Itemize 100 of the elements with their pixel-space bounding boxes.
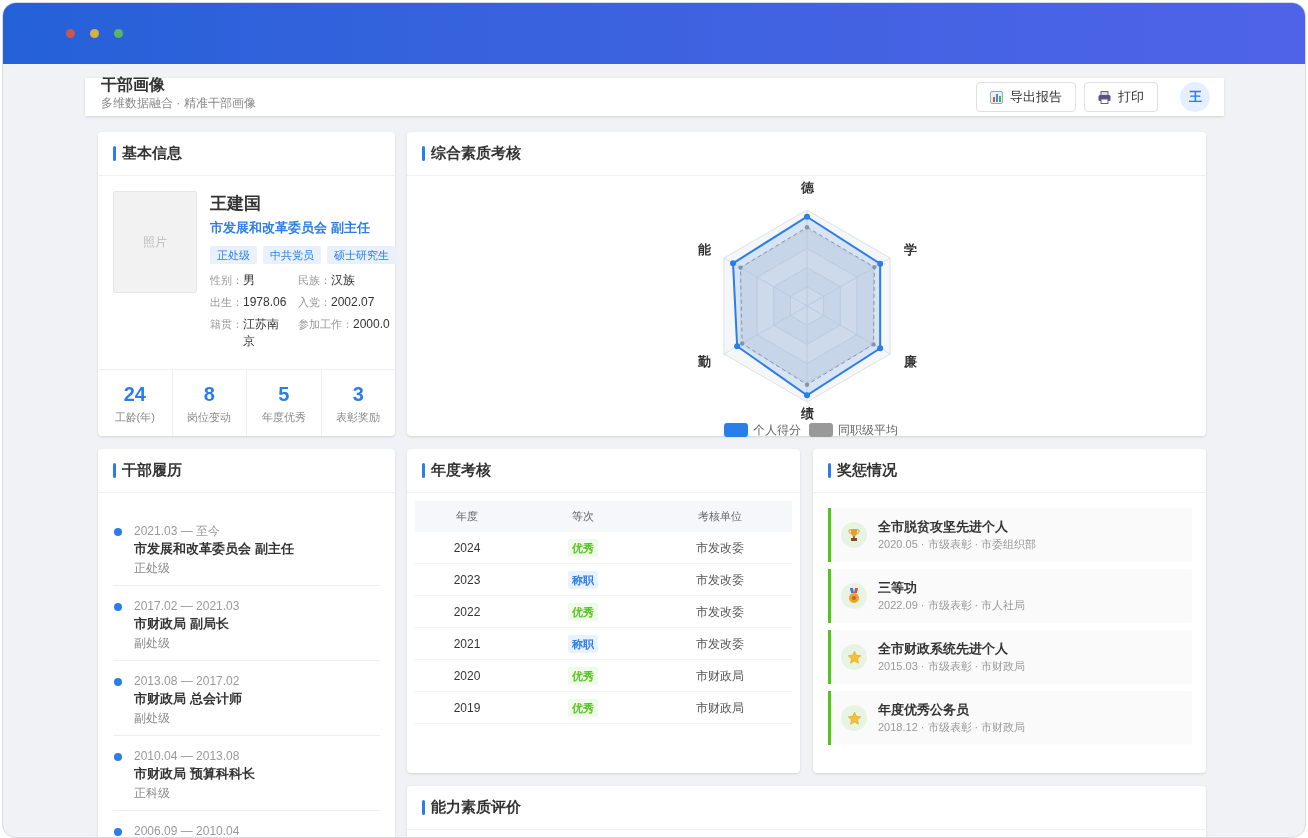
column-header: 等次 <box>571 509 595 525</box>
award-title: 年度优秀公务员 <box>878 700 970 719</box>
table-cell-text: 市发改委 <box>695 603 745 621</box>
award-title: 三等功 <box>878 578 918 597</box>
table-cell-text: 2022 <box>452 603 482 621</box>
grade-badge: 优秀 <box>568 538 598 557</box>
average-point <box>872 264 877 270</box>
tag: 正处级 <box>210 245 257 264</box>
page-subtitle: 多维数据融合 · 精准干部画像 <box>101 95 256 111</box>
score-point <box>877 260 884 267</box>
stat-label: 岗位变动 <box>187 409 232 425</box>
table-cell-text: 市发改委 <box>695 539 745 557</box>
axis-label: 德 <box>800 180 814 194</box>
award-meta: 2018.12 · 市级表彰 · 市财政局 <box>878 719 1026 735</box>
axis-label: 廉 <box>903 354 917 368</box>
legend-label: 个人得分 <box>753 422 801 439</box>
table-cell-text: 市发改委 <box>695 571 745 589</box>
career-position: 市发展和改革委员会 副主任 <box>134 540 294 558</box>
legend-label: 同职级平均 <box>838 422 898 439</box>
career-period: 2017.02 — 2021.03 <box>134 598 240 614</box>
career-level: 副处级 <box>134 710 171 727</box>
table-cell-text: 2020 <box>452 667 482 685</box>
table-cell-text: 2021 <box>452 635 482 653</box>
grade-badge: 优秀 <box>568 666 598 685</box>
field-label: 入党： <box>298 294 331 310</box>
field-label: 籍贯： <box>210 316 243 332</box>
award-meta: 2020.05 · 市级表彰 · 市委组织部 <box>878 536 1037 552</box>
career-position: 市财政局 总会计师 <box>134 690 242 708</box>
average-point <box>804 382 810 387</box>
tag: 硕士研究生 <box>327 245 396 264</box>
field-value: 江苏南京 <box>243 315 280 350</box>
table-cell-text: 市财政局 <box>695 699 745 717</box>
accent-bar <box>422 800 425 815</box>
award-meta: 2022.09 · 市级表彰 · 市人社局 <box>878 597 1026 613</box>
score-point <box>804 392 810 399</box>
card-title: 年度考核 <box>431 460 491 481</box>
award-meta: 2015.03 · 市级表彰 · 市财政局 <box>878 658 1026 674</box>
star-icon <box>846 710 862 726</box>
field-value: 汉族 <box>331 271 355 289</box>
field-value: 2002.07 <box>331 293 375 311</box>
average-point <box>804 225 810 230</box>
axis-label: 能 <box>697 242 711 256</box>
stat-value: 24 <box>123 381 146 407</box>
stat-value: 5 <box>278 381 290 407</box>
award-title: 全市脱贫攻坚先进个人 <box>878 517 1009 536</box>
card-title: 基本信息 <box>122 143 182 164</box>
page-title: 干部画像 <box>101 75 166 95</box>
career-period: 2010.04 — 2013.08 <box>134 748 241 764</box>
table-cell-text: 市财政局 <box>695 667 745 685</box>
stat-label: 工龄(年) <box>114 409 155 425</box>
card-title: 能力素质评价 <box>431 797 521 818</box>
medal-icon <box>847 588 861 604</box>
tag: 中共党员 <box>263 245 321 264</box>
card-title: 干部履历 <box>122 460 182 481</box>
axis-label: 学 <box>903 242 917 256</box>
average-point <box>738 265 743 270</box>
award-title: 全市财政系统先进个人 <box>878 639 1009 658</box>
average-point <box>871 342 876 347</box>
accent-bar <box>113 463 116 478</box>
stat-value: 3 <box>352 381 364 407</box>
grade-badge: 称职 <box>568 570 598 589</box>
career-period: 2013.08 — 2017.02 <box>134 673 241 689</box>
field-value: 2000.0 <box>353 315 390 333</box>
career-level: 正科级 <box>134 785 171 802</box>
axis-label: 绩 <box>800 406 814 420</box>
column-header: 考核单位 <box>697 509 743 525</box>
score-point <box>877 345 884 352</box>
field-value: 1978.06 <box>243 293 287 311</box>
career-position: 市财政局 副局长 <box>134 615 230 633</box>
accent-bar <box>828 463 831 478</box>
field-label: 参加工作： <box>298 316 353 332</box>
person-name: 王建国 <box>210 193 262 215</box>
grade-badge: 称职 <box>568 634 598 653</box>
score-point <box>734 343 741 350</box>
printer-icon <box>1098 90 1111 104</box>
accent-bar <box>422 463 425 478</box>
table-cell-text: 2024 <box>452 539 482 557</box>
grade-badge: 优秀 <box>568 602 598 621</box>
career-level: 副处级 <box>134 635 171 652</box>
column-header: 年度 <box>455 509 479 525</box>
trophy-icon <box>847 528 861 542</box>
card-title: 综合素质考核 <box>431 143 521 164</box>
score-point <box>804 213 810 220</box>
career-level: 正处级 <box>134 560 171 577</box>
stat-label: 年度优秀 <box>261 409 306 425</box>
grade-badge: 优秀 <box>568 698 598 717</box>
toolbar-button[interactable]: 打印 <box>1084 82 1158 112</box>
accent-bar <box>113 146 116 161</box>
stat-label: 表彰奖励 <box>336 409 381 425</box>
bar-chart-icon <box>990 90 1003 104</box>
career-period: 2021.03 — 至今 <box>134 523 222 539</box>
average-point <box>739 341 745 346</box>
stat-value: 8 <box>203 381 215 407</box>
axis-label: 勤 <box>697 354 711 368</box>
toolbar-button[interactable]: 导出报告 <box>976 82 1076 112</box>
accent-bar <box>422 146 425 161</box>
field-label: 性别： <box>210 272 243 288</box>
career-period: 2006.09 — 2010.04 <box>134 823 240 837</box>
field-value: 男 <box>243 271 255 289</box>
card-title: 奖惩情况 <box>837 460 897 481</box>
